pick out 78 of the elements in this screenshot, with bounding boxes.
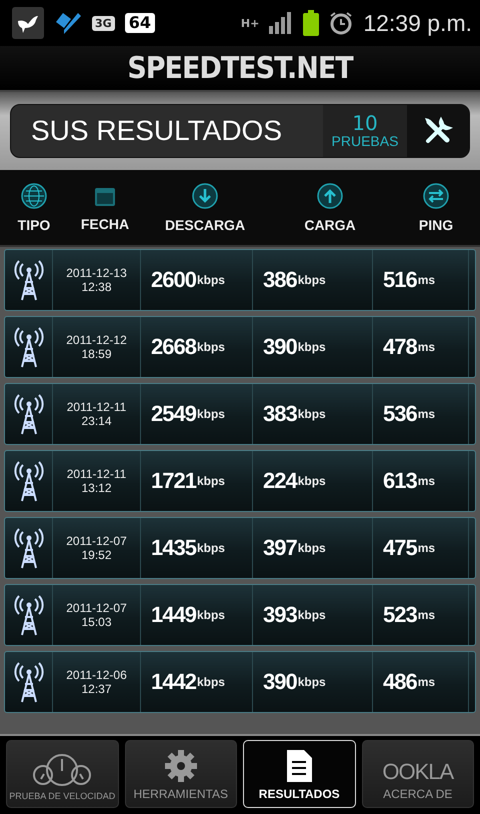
upload-speed: 393 xyxy=(263,602,297,628)
ping-time: 486 xyxy=(383,669,417,695)
ping-unit: ms xyxy=(418,340,436,354)
result-row[interactable]: 2011-12-06 12:37 1442kbps 390kbps 486ms xyxy=(4,651,476,713)
speed-unit: kbps xyxy=(298,340,326,354)
result-row[interactable]: 2011-12-11 13:12 1721kbps 224kbps 613ms xyxy=(4,450,476,512)
column-header[interactable]: DESCARGA xyxy=(164,216,246,232)
test-date: 2011-12-12 18:59 xyxy=(66,332,127,362)
test-date: 2011-12-06 12:37 xyxy=(66,668,127,696)
result-row[interactable]: 2011-12-13 12:38 2600kbps 386kbps 516ms xyxy=(4,249,476,311)
ping-unit: ms xyxy=(418,541,436,555)
speed-unit: kbps xyxy=(196,608,225,622)
ping-time: 475 xyxy=(383,535,417,561)
download-speed: 1449 xyxy=(151,602,196,628)
speed-unit: kbps xyxy=(196,273,225,287)
upload-speed: 386 xyxy=(263,267,297,293)
download-speed: 1435 xyxy=(151,535,196,561)
nav-label: PRUEBA DE VELOCIDAD xyxy=(9,791,116,801)
column-header[interactable]: FECHA xyxy=(80,216,130,232)
speed-unit: kbps xyxy=(298,675,326,689)
test-count: 10 xyxy=(352,113,378,133)
download-speed: 1442 xyxy=(151,669,196,695)
test-date: 2011-12-07 19:52 xyxy=(66,534,127,562)
column-header[interactable]: TIPO xyxy=(18,216,50,232)
result-row[interactable]: 2011-12-12 18:59 2668kbps 390kbps 478ms xyxy=(4,316,476,378)
ping-unit: ms xyxy=(418,608,436,622)
nav-tab[interactable]: OOKLA ACERCA DE xyxy=(362,740,474,808)
network-type: H+ xyxy=(240,18,260,28)
speed-unit: kbps xyxy=(298,407,326,421)
speed-unit: kbps xyxy=(298,608,326,622)
download-speed: 2668 xyxy=(151,334,196,360)
speed-unit: kbps xyxy=(298,474,326,488)
ookla-logo: OOKLA xyxy=(382,761,454,783)
test-date: 2011-12-07 15:03 xyxy=(66,600,127,630)
nav-tab[interactable]: RESULTADOS xyxy=(243,740,356,808)
upload-speed: 390 xyxy=(263,669,297,695)
test-date: 2011-12-13 12:38 xyxy=(66,266,127,294)
test-date: 2011-12-11 23:14 xyxy=(66,400,126,428)
result-row[interactable]: 2011-12-11 23:14 2549kbps 383kbps 536ms xyxy=(4,383,476,445)
ping-time: 613 xyxy=(383,468,417,494)
speed-unit: kbps xyxy=(196,407,225,421)
ping-unit: ms xyxy=(418,675,436,689)
speed-unit: kbps xyxy=(196,474,225,488)
ping-time: 523 xyxy=(383,602,417,628)
notification-count: 64 xyxy=(124,13,155,33)
speed-unit: kbps xyxy=(298,273,326,287)
results-title: SUS RESULTADOS xyxy=(30,114,284,148)
ping-time: 516 xyxy=(383,267,417,293)
ping-time: 478 xyxy=(383,334,417,360)
upload-speed: 224 xyxy=(263,468,297,494)
download-speed: 2600 xyxy=(151,267,196,293)
speed-unit: kbps xyxy=(298,541,326,555)
3g-badge: 3G xyxy=(92,16,115,30)
ping-unit: ms xyxy=(418,273,436,287)
test-date: 2011-12-11 13:12 xyxy=(66,466,126,496)
speed-unit: kbps xyxy=(196,541,225,555)
upload-speed: 397 xyxy=(263,535,297,561)
download-speed: 1721 xyxy=(151,468,196,494)
upload-speed: 390 xyxy=(263,334,297,360)
download-speed: 2549 xyxy=(151,401,196,427)
speed-unit: kbps xyxy=(196,340,225,354)
nav-tab[interactable]: HERRAMIENTAS xyxy=(124,740,237,808)
nav-label: RESULTADOS xyxy=(258,787,340,801)
column-header[interactable]: PING xyxy=(418,216,454,232)
nav-label: HERRAMIENTAS xyxy=(134,787,228,801)
nav-label: ACERCA DE xyxy=(383,787,452,801)
app-logo: SPEEDTEST.NET xyxy=(127,50,353,86)
result-row[interactable]: 2011-12-07 15:03 1449kbps 393kbps 523ms xyxy=(4,584,476,646)
ping-unit: ms xyxy=(418,407,436,421)
result-row[interactable]: 2011-12-07 19:52 1435kbps 397kbps 475ms xyxy=(4,517,476,579)
ping-unit: ms xyxy=(418,474,436,488)
speed-unit: kbps xyxy=(196,675,225,689)
nav-tab[interactable]: PRUEBA DE VELOCIDAD xyxy=(6,740,118,808)
test-count-label: PRUEBAS xyxy=(332,133,398,149)
upload-speed: 383 xyxy=(263,401,297,427)
column-header[interactable]: CARGA xyxy=(304,216,356,232)
clock-time: 12:39 p.m. xyxy=(363,10,472,36)
ping-time: 536 xyxy=(383,401,417,427)
